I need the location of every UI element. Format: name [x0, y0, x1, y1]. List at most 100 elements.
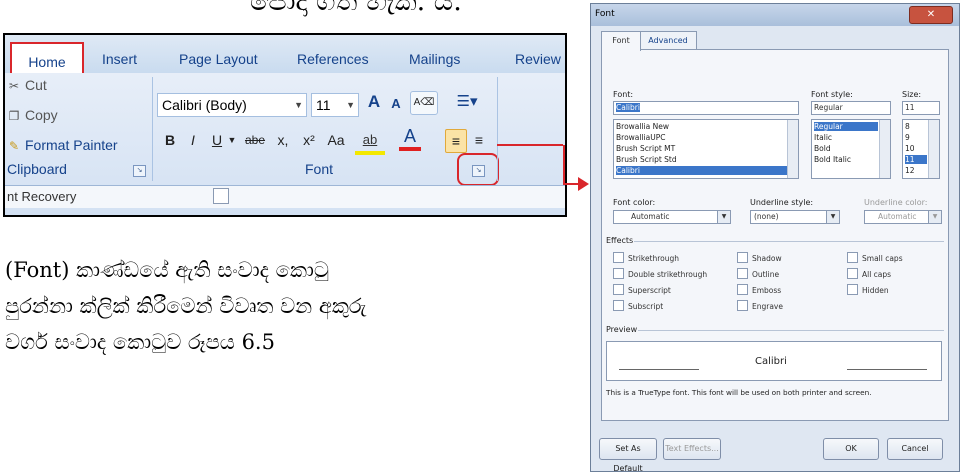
- change-case-button[interactable]: Aa: [325, 129, 347, 151]
- cut-label: Cut: [25, 77, 47, 93]
- emboss-checkbox[interactable]: Emboss: [737, 284, 781, 295]
- font-size-list[interactable]: 8 9 10 11 12: [902, 119, 940, 179]
- scrollbar[interactable]: [879, 120, 890, 178]
- divider: [638, 330, 944, 331]
- list-item[interactable]: Bold: [814, 144, 831, 153]
- font-name-input[interactable]: Calibri: [613, 101, 799, 115]
- tab-mailings[interactable]: Mailings: [409, 51, 460, 67]
- underline-color-label: Underline color:: [864, 198, 928, 207]
- superscript-button[interactable]: x²: [299, 129, 319, 151]
- font-name-combo[interactable]: Calibri (Body) ▼: [157, 93, 307, 117]
- brush-icon: ✎: [8, 139, 20, 153]
- clipboard-launcher-icon[interactable]: ↘: [133, 165, 146, 177]
- subscript-checkbox[interactable]: Subscript: [613, 300, 663, 311]
- list-item[interactable]: 12: [905, 166, 915, 175]
- subscript-button[interactable]: x,: [273, 129, 293, 151]
- tab-references[interactable]: References: [297, 51, 369, 67]
- list-item[interactable]: Brush Script MT: [616, 144, 675, 153]
- highlight-button[interactable]: ab: [355, 129, 385, 155]
- font-color-select[interactable]: Automatic ▼: [613, 210, 731, 224]
- tab-advanced[interactable]: Advanced: [639, 31, 697, 50]
- cut-button[interactable]: ✂ Cut: [7, 77, 47, 93]
- cancel-button[interactable]: Cancel: [887, 438, 943, 460]
- ribbon-body: ✂ Cut ❐ Copy ✎ Format Painter Clipboard ↘ C…: [5, 73, 565, 215]
- engrave-checkbox[interactable]: Engrave: [737, 300, 783, 311]
- list-item[interactable]: 10: [905, 144, 915, 153]
- copy-button[interactable]: ❐ Copy: [7, 107, 58, 123]
- clear-formatting-icon[interactable]: A⌫: [410, 91, 438, 115]
- grow-font-button[interactable]: A: [363, 91, 385, 113]
- align-center-icon[interactable]: ≡: [469, 129, 489, 151]
- strikethrough-button[interactable]: abe: [242, 129, 268, 151]
- chevron-down-icon[interactable]: ▼: [717, 211, 730, 223]
- outline-checkbox[interactable]: Outline: [737, 268, 779, 279]
- arrow-head-icon: [578, 177, 589, 191]
- tab-review[interactable]: Review: [515, 51, 561, 67]
- divider: [634, 241, 944, 242]
- font-style-list[interactable]: Regular Italic Bold Bold Italic: [811, 119, 891, 179]
- shrink-font-button[interactable]: A: [387, 93, 405, 115]
- text-effects-button[interactable]: Text Effects...: [663, 438, 721, 460]
- top-text: පොදා ගත හැක. ය.: [250, 0, 462, 17]
- checkbox-label: Engrave: [752, 302, 783, 311]
- align-left-icon[interactable]: ≡: [445, 129, 467, 153]
- underline-style-select[interactable]: (none) ▼: [750, 210, 840, 224]
- paragraph-line: (Font) කාණ්ඩයේ ඇති සංවාද කොටු: [5, 258, 330, 282]
- chevron-down-icon[interactable]: ▼: [928, 211, 941, 223]
- copy-icon: ❐: [8, 109, 20, 123]
- format-painter-button[interactable]: ✎ Format Painter: [7, 137, 118, 153]
- shadow-checkbox[interactable]: Shadow: [737, 252, 782, 263]
- font-list[interactable]: Browallia New BrowalliaUPC Brush Script …: [613, 119, 799, 179]
- ribbon-tabbar: Home Insert Page Layout References Maili…: [5, 35, 565, 76]
- bullets-icon[interactable]: ☰▾: [447, 91, 487, 113]
- preview-label: Preview: [606, 325, 638, 334]
- chevron-down-icon[interactable]: ▼: [826, 211, 839, 223]
- list-item[interactable]: 9: [905, 133, 910, 142]
- font-name-value: Calibri: [616, 103, 640, 112]
- superscript-checkbox[interactable]: Superscript: [613, 284, 671, 295]
- list-item[interactable]: Regular: [814, 122, 878, 131]
- list-item[interactable]: Calibri: [616, 166, 788, 175]
- strikethrough-checkbox[interactable]: Strikethrough: [613, 252, 679, 263]
- font-size-input[interactable]: 11: [902, 101, 940, 115]
- hidden-checkbox[interactable]: Hidden: [847, 284, 889, 295]
- checkbox-label: Hidden: [862, 286, 889, 295]
- tab-page-layout[interactable]: Page Layout: [179, 51, 258, 67]
- chevron-down-icon[interactable]: ▼: [294, 94, 303, 116]
- font-style-input[interactable]: Regular: [811, 101, 891, 115]
- close-button[interactable]: ✕: [909, 6, 953, 24]
- ruler-tab-icon[interactable]: [213, 188, 229, 204]
- list-item[interactable]: BrowalliaUPC: [616, 133, 665, 142]
- ruler-strip: nt Recovery: [5, 185, 565, 208]
- all-caps-checkbox[interactable]: All caps: [847, 268, 891, 279]
- scrollbar[interactable]: [787, 120, 798, 178]
- chevron-down-icon[interactable]: ▼: [227, 129, 237, 151]
- small-caps-checkbox[interactable]: Small caps: [847, 252, 903, 263]
- ok-button[interactable]: OK: [823, 438, 879, 460]
- group-divider: [152, 77, 153, 181]
- set-as-default-button[interactable]: Set As Default: [599, 438, 657, 471]
- double-strikethrough-checkbox[interactable]: Double strikethrough: [613, 268, 707, 279]
- tab-insert[interactable]: Insert: [102, 51, 137, 67]
- list-item[interactable]: Bold Italic: [814, 155, 851, 164]
- list-item[interactable]: Italic: [814, 133, 832, 142]
- list-item[interactable]: 8: [905, 122, 910, 131]
- list-item[interactable]: Brush Script Std: [616, 155, 677, 164]
- tab-font[interactable]: Font: [601, 31, 641, 51]
- chevron-down-icon[interactable]: ▼: [346, 94, 355, 116]
- scrollbar[interactable]: [928, 120, 939, 178]
- font-dialog-launcher-icon[interactable]: ↘: [472, 165, 485, 177]
- list-item[interactable]: Browallia New: [616, 122, 669, 131]
- checkbox-label: Strikethrough: [628, 254, 680, 263]
- underline-color-select[interactable]: Automatic ▼: [864, 210, 942, 224]
- font-color-button[interactable]: A: [399, 125, 421, 151]
- italic-button[interactable]: I: [185, 129, 201, 151]
- checkbox-label: Shadow: [752, 254, 782, 263]
- font-size-combo[interactable]: 11 ▼: [311, 93, 359, 117]
- format-painter-label: Format Painter: [25, 137, 118, 153]
- underline-button[interactable]: U: [209, 129, 225, 151]
- list-item[interactable]: 11: [905, 155, 927, 164]
- dialog-titlebar: Font ✕: [591, 4, 959, 26]
- tab-home[interactable]: Home: [10, 42, 84, 76]
- bold-button[interactable]: B: [161, 129, 179, 151]
